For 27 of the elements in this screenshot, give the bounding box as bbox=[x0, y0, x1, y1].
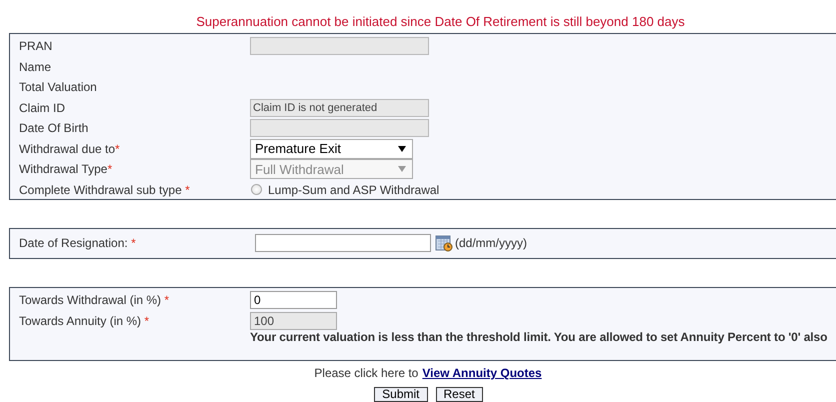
field-label: Date Of Birth bbox=[19, 121, 90, 136]
threshold-note: Your current valuation is less than the threshold limit. You are allowed to set Annuity Percent to '0' also bbox=[250, 330, 828, 344]
radio-button[interactable] bbox=[251, 184, 262, 196]
view-quotes-link[interactable]: View Annuity Quotes bbox=[422, 366, 542, 380]
field-label: Complete Withdrawal sub type * bbox=[19, 182, 191, 197]
calendar-icon[interactable] bbox=[435, 234, 453, 252]
caret-icon bbox=[398, 146, 406, 152]
field-label: Towards Annuity (in %) * bbox=[19, 314, 150, 328]
percent-input[interactable]: 0 bbox=[250, 290, 337, 308]
field-label: Withdrawal Type* bbox=[19, 162, 114, 176]
field-label: PRAN bbox=[19, 39, 54, 54]
caret-icon bbox=[398, 166, 406, 172]
field-label: Withdrawal due to* bbox=[19, 142, 121, 156]
prompt-text: Please click here to bbox=[314, 366, 418, 380]
error-message: Superannuation cannot be initiated since Date Of Retirement is still beyond 180 days bbox=[195, 14, 686, 31]
form-button[interactable]: Submit bbox=[374, 387, 428, 402]
radio-label: Lump-Sum and ASP Withdrawal bbox=[268, 182, 440, 197]
form-button[interactable]: Reset bbox=[436, 387, 483, 402]
readonly-field: Claim ID is not generated bbox=[250, 98, 429, 117]
field-label: Date of Resignation: * bbox=[19, 236, 137, 250]
field-label: Total Valuation bbox=[19, 80, 98, 94]
field-label: Name bbox=[19, 60, 52, 74]
date-format-hint: (dd/mm/yyyy) bbox=[455, 236, 527, 250]
field-label: Towards Withdrawal (in %) * bbox=[19, 292, 170, 306]
date-input[interactable] bbox=[255, 234, 431, 252]
dropdown[interactable]: Premature Exit bbox=[250, 138, 413, 159]
field-label: Claim ID bbox=[19, 100, 66, 115]
